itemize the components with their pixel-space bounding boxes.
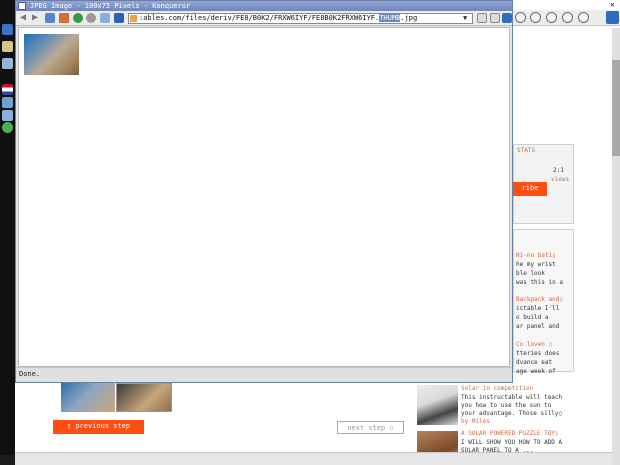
related-line-1[interactable]: Ni-no bati▯ [516,252,556,259]
reload-icon[interactable] [73,13,83,23]
bg-close-icon[interactable]: ✕ [610,1,619,9]
home-icon[interactable] [59,13,69,23]
solar-toy-text-1: I WILL SHOW YOU HOW TO ADD A [461,439,563,446]
up-folder-icon[interactable] [45,13,55,23]
title-bar[interactable]: JPEG Image - 100x75 Pixels - Konqueror [16,1,512,11]
zoom-out-icon[interactable] [530,12,541,23]
page-scrollbar-thumb[interactable] [612,60,620,156]
related-line-11: dvance eat [516,359,553,366]
tools-icon[interactable] [2,110,13,121]
konqueror-window: JPEG Image - 100x75 Pixels - Konqueror ◀… [15,0,513,383]
stats-value: 2:1 [553,167,564,174]
go-icon[interactable] [477,13,487,23]
status-text: Done. [19,370,41,378]
url-highlight: THUMB [379,14,401,22]
back-arrow-icon[interactable]: ◀ [20,13,30,23]
related-line-8: ar panel and [516,323,560,330]
home-icon[interactable] [2,41,13,52]
magnifier-icon[interactable] [546,12,557,23]
thumbnail-image [24,34,79,75]
related-line-2: he my wrist [516,261,556,268]
window-menu-icon[interactable] [18,2,26,10]
url-suffix: .jpg [400,14,418,22]
stop-icon[interactable] [86,13,96,23]
security-icon[interactable] [100,13,110,23]
url-text: :ables.com/files/deriv/FE8/B0K2/FRXW6IYF… [139,14,417,23]
clear-location-icon[interactable] [490,13,500,23]
related-line-6: ictable I'll [516,305,560,312]
flag-icon[interactable] [2,84,13,95]
step-thumbnail-1[interactable] [61,383,115,412]
zoom-in-icon[interactable] [515,12,526,23]
window-title: JPEG Image - 100x75 Pixels - Konqueror [30,2,191,10]
stats-heading: STATS [517,147,536,154]
related-line-5[interactable]: Backpack and▯ [516,296,563,303]
toolbar: ◀ ▶ :ables.com/files/deriv/FE8/B0K2/FRXW… [16,11,512,26]
solar-toy-title[interactable]: A SOLAR POWERED PUZZLE TOY▯ [461,430,559,437]
solar-item-text-2: you how to use the sun to [461,402,552,409]
kde-gear-icon[interactable] [502,13,512,23]
url-prefix: :ables.com/files/deriv/FE8/B0K2/FRXW6IYF… [139,14,380,22]
solar-item-author[interactable]: by Miles [461,418,490,425]
kde-menu-icon[interactable] [2,24,13,35]
kde-panel [0,0,15,465]
forward-arrow-icon[interactable]: ▶ [32,13,42,23]
page-horizontal-scrollbar[interactable] [15,452,612,465]
previous-step-button[interactable]: ▯ previous step [53,420,144,434]
related-line-9[interactable]: Co loven ▯ [516,341,552,348]
related-line-3: ble look [516,270,545,277]
step-thumbnail-2[interactable] [116,383,172,412]
related-line-10: tteries does [516,350,560,357]
solar-item-title[interactable]: Solar in competition [461,385,533,392]
url-dropdown-icon[interactable]: ▼ [463,14,472,23]
image-view [18,27,510,367]
magnifier-icon-2[interactable] [562,12,573,23]
settings-icon[interactable] [2,58,13,69]
panel-divider [0,455,15,465]
subscribe-button[interactable]: ribe [513,182,547,196]
location-icon [114,13,124,23]
page-favicon-icon [130,15,137,22]
next-step-button[interactable]: next step ▯ [337,421,404,434]
solar-item-text-1: This instructable will teach [461,394,563,401]
related-line-4: was this in a [516,279,563,286]
solar-item-image[interactable] [417,385,458,425]
kde-logo-icon[interactable] [606,11,619,24]
network-icon[interactable] [2,97,13,108]
zoom-fit-icon[interactable] [578,12,589,23]
stats-unit: views [551,176,570,183]
url-field[interactable]: :ables.com/files/deriv/FE8/B0K2/FRXW6IYF… [128,13,473,24]
play-icon[interactable] [2,122,13,133]
solar-item-text-3: your advantage. Those silly▯ [461,410,563,417]
status-bar: Done. [16,367,512,382]
related-line-12: age week of [516,368,556,375]
related-line-7: o build a [516,314,549,321]
